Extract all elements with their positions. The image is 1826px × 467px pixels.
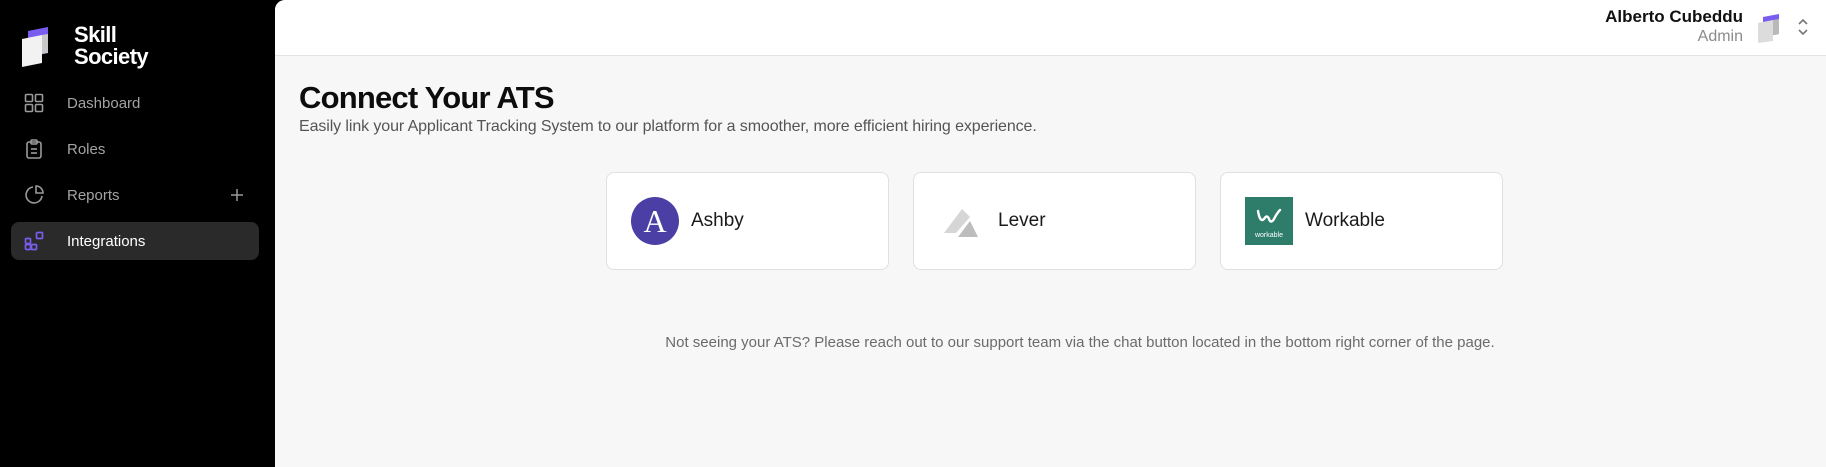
svg-text:workable: workable — [1254, 232, 1283, 239]
integrations-icon — [23, 230, 45, 252]
integration-name: Ashby — [691, 210, 744, 231]
user-role: Admin — [1697, 28, 1743, 45]
sidebar-item-label: Integrations — [67, 232, 146, 250]
clipboard-icon — [23, 138, 45, 160]
sidebar: Skill Society Dashboard Roles Reports In… — [0, 0, 275, 467]
page-subtitle: Easily link your Applicant Tracking Syst… — [299, 118, 1037, 135]
integration-cards: A Ashby Lever workable Workable — [606, 172, 1503, 270]
sidebar-item-label: Roles — [67, 140, 106, 158]
main-content: Alberto Cubeddu Admin Connect Your ATS E… — [275, 0, 1826, 467]
top-bar: Alberto Cubeddu Admin — [275, 0, 1826, 56]
lever-logo-icon — [938, 197, 986, 245]
skill-society-logo-icon — [18, 25, 60, 67]
support-notice: Not seeing your ATS? Please reach out to… — [275, 334, 1826, 351]
integration-card-ashby[interactable]: A Ashby — [606, 172, 889, 270]
support-notice-text: Not seeing your ATS? Please reach out to… — [665, 334, 1495, 351]
sidebar-item-dashboard[interactable]: Dashboard — [11, 84, 259, 122]
integration-card-lever[interactable]: Lever — [913, 172, 1196, 270]
sidebar-item-integrations[interactable]: Integrations — [11, 222, 259, 260]
pie-chart-icon — [23, 184, 45, 206]
sidebar-item-label: Dashboard — [67, 94, 141, 112]
integration-name: Lever — [998, 210, 1046, 231]
brand[interactable]: Skill Society — [18, 22, 149, 69]
svg-text:A: A — [643, 203, 666, 239]
sidebar-item-reports[interactable]: Reports — [11, 176, 259, 214]
sidebar-item-roles[interactable]: Roles — [11, 130, 259, 168]
integration-card-workable[interactable]: workable Workable — [1220, 172, 1503, 270]
brand-name: Skill Society — [74, 22, 149, 69]
user-name: Alberto Cubeddu — [1605, 7, 1743, 26]
ashby-logo-icon: A — [631, 197, 679, 245]
user-info[interactable]: Alberto Cubeddu Admin — [1605, 7, 1743, 47]
chevron-up-down-icon[interactable] — [1795, 16, 1811, 38]
sidebar-nav: Dashboard Roles Reports Integrations — [11, 84, 259, 268]
page-title: Connect Your ATS — [299, 80, 555, 115]
sidebar-item-label: Reports — [67, 186, 120, 204]
add-report-icon[interactable] — [227, 185, 247, 205]
avatar[interactable] — [1755, 13, 1785, 43]
grid-icon — [23, 92, 45, 114]
workable-logo-icon: workable — [1245, 197, 1293, 245]
integration-name: Workable — [1305, 210, 1385, 231]
